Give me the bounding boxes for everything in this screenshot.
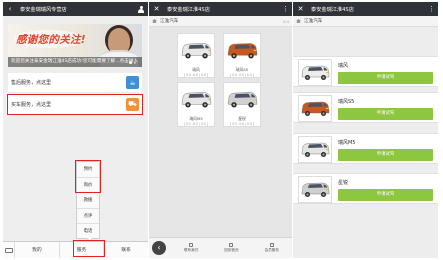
car-row-xingrui: 星锐 申请试驾 — [293, 173, 438, 204]
car-thumbnail[interactable] — [298, 136, 332, 163]
home-icon — [229, 243, 234, 247]
more-icon[interactable]: ⋮ — [282, 5, 289, 13]
car-thumbnail[interactable] — [298, 59, 332, 86]
car-row-ruifeng-m5: 瑞风M5 申请试驾 — [293, 133, 438, 164]
car-image — [226, 36, 258, 66]
menu-row-after-sales[interactable]: 售后服务，点这里 ☕ — [8, 73, 142, 92]
store-count: 0/4 — [282, 18, 289, 24]
car-name: 星锐 — [338, 180, 349, 186]
car-spec: [ 0.0 -0.0 | 0.0 ] — [183, 121, 209, 126]
screen-wechat-home: ‹ 泰安金瑞瑞风专营店 感谢您的关注! 欢迎您关注泰安金瑞江淮4S店成功!您可能… — [3, 2, 148, 258]
more-icon[interactable]: ⋮ — [428, 5, 435, 13]
back-circle-button[interactable]: ‹ — [152, 241, 166, 255]
car-name: 瑞风S5 — [338, 99, 355, 105]
back-arrow-icon[interactable]: ‹ — [7, 4, 13, 14]
car-spec: [ 0.0 -0.0 | 0.0 ] — [229, 121, 255, 126]
car-card-ruifeng[interactable]: 瑞风 [ 0.0 -0.0 | 0.0 ] — [177, 33, 215, 78]
apply-test-drive-button[interactable]: 申请试驾 — [338, 149, 433, 161]
car-name: 瑞风 — [338, 63, 349, 69]
screen-test-drive-list: ✕ 泰安金瑞江淮4S店 ⋮ 江淮汽车 瑞风 申请试驾 瑞风S5 申请试驾 瑞风M… — [293, 2, 438, 258]
phone-icon — [189, 243, 194, 247]
car-image — [180, 36, 212, 66]
car-image — [226, 85, 258, 115]
banner-caption: 欢迎您关注泰安金瑞江淮4S店成功!您可能需要了解...点击进入 — [8, 57, 142, 67]
page-title: 泰安金瑞江淮4S店 — [167, 6, 210, 13]
highlight-buy-car — [7, 94, 143, 115]
nav-home[interactable]: 回到首页 — [211, 243, 251, 253]
store-name: 江淮汽车 — [304, 19, 323, 24]
car-thumbnail[interactable] — [298, 95, 332, 122]
car-spec: [ 0.0 -0.0 | 0.0 ] — [183, 72, 209, 77]
car-image — [180, 85, 212, 115]
popup-item-rescue[interactable]: 救援 — [77, 193, 99, 209]
store-name: 江淮汽车 — [160, 19, 179, 24]
nav-member[interactable]: 会员服务 — [252, 243, 292, 253]
nav-label: 会员服务 — [264, 248, 279, 252]
apply-test-drive-button[interactable]: 申请试驾 — [338, 72, 433, 84]
highlight-service-tab — [73, 240, 105, 257]
apply-test-drive-button[interactable]: 申请试驾 — [338, 189, 433, 201]
screen-car-grid: ✕ 泰安金瑞江淮4S店 ⋮ 江淮汽车 0/4 瑞风 [ 0.0 -0.0 | 0… — [149, 2, 292, 258]
car-row-ruifeng: 瑞风 申请试驾 — [293, 56, 438, 87]
page-title: 泰安金瑞瑞风专营店 — [20, 6, 67, 13]
nav-contact-us[interactable]: 联系我们 — [171, 243, 211, 253]
nav-label: 回到首页 — [224, 248, 239, 252]
title-bar: ‹ 泰安金瑞瑞风专营店 — [3, 2, 148, 16]
title-bar: ✕ 泰安金瑞江淮4S店 ⋮ — [149, 2, 292, 16]
close-icon[interactable]: ✕ — [153, 5, 160, 13]
car-name: 瑞风M5 — [338, 140, 356, 146]
car-card-ruifeng-m5[interactable]: 瑞风M5 [ 0.0 -0.0 | 0.0 ] — [177, 82, 215, 127]
car-row-ruifeng-s5: 瑞风S5 申请试驾 — [293, 92, 438, 123]
page-title: 泰安金瑞江淮4S店 — [311, 6, 354, 13]
tab-mine[interactable]: 我的 — [15, 241, 60, 258]
profile-icon[interactable] — [138, 5, 144, 13]
bottom-nav: 联系我们 回到首页 会员服务 — [149, 237, 292, 258]
cup-icon: ☕ — [126, 76, 139, 89]
store-header: 江淮汽车 0/4 — [149, 16, 292, 27]
home-icon — [296, 19, 301, 23]
tab-contact[interactable]: 联系 — [104, 242, 148, 259]
car-card-ruifeng-s5[interactable]: 瑞风S5 [ 0.0 -0.0 | 0.0 ] — [223, 33, 261, 78]
keyboard-icon[interactable] — [3, 241, 15, 258]
menu-row-label: 售后服务，点这里 — [11, 80, 52, 86]
apply-test-drive-button[interactable]: 申请试驾 — [338, 108, 433, 120]
member-icon — [269, 243, 274, 247]
home-icon — [152, 19, 157, 23]
car-card-xingrui[interactable]: 星锐 [ 0.0 -0.0 | 0.0 ] — [223, 82, 261, 127]
highlight-reserve-inquiry — [75, 160, 101, 193]
banner-headline: 感谢您的关注! — [16, 34, 86, 46]
nav-label: 联系我们 — [183, 248, 199, 252]
car-spec: [ 0.0 -0.0 | 0.0 ] — [229, 72, 255, 77]
car-thumbnail[interactable] — [298, 176, 332, 203]
title-bar: ✕ 泰安金瑞江淮4S店 ⋮ — [293, 2, 438, 16]
carousel-dots[interactable] — [129, 61, 136, 64]
welcome-banner[interactable]: 感谢您的关注! 欢迎您关注泰安金瑞江淮4S店成功!您可能需要了解...点击进入 — [8, 24, 142, 67]
store-header: 江淮汽车 — [293, 16, 438, 27]
close-icon[interactable]: ✕ — [297, 5, 304, 13]
popup-item-review[interactable]: 点评 — [77, 209, 99, 224]
